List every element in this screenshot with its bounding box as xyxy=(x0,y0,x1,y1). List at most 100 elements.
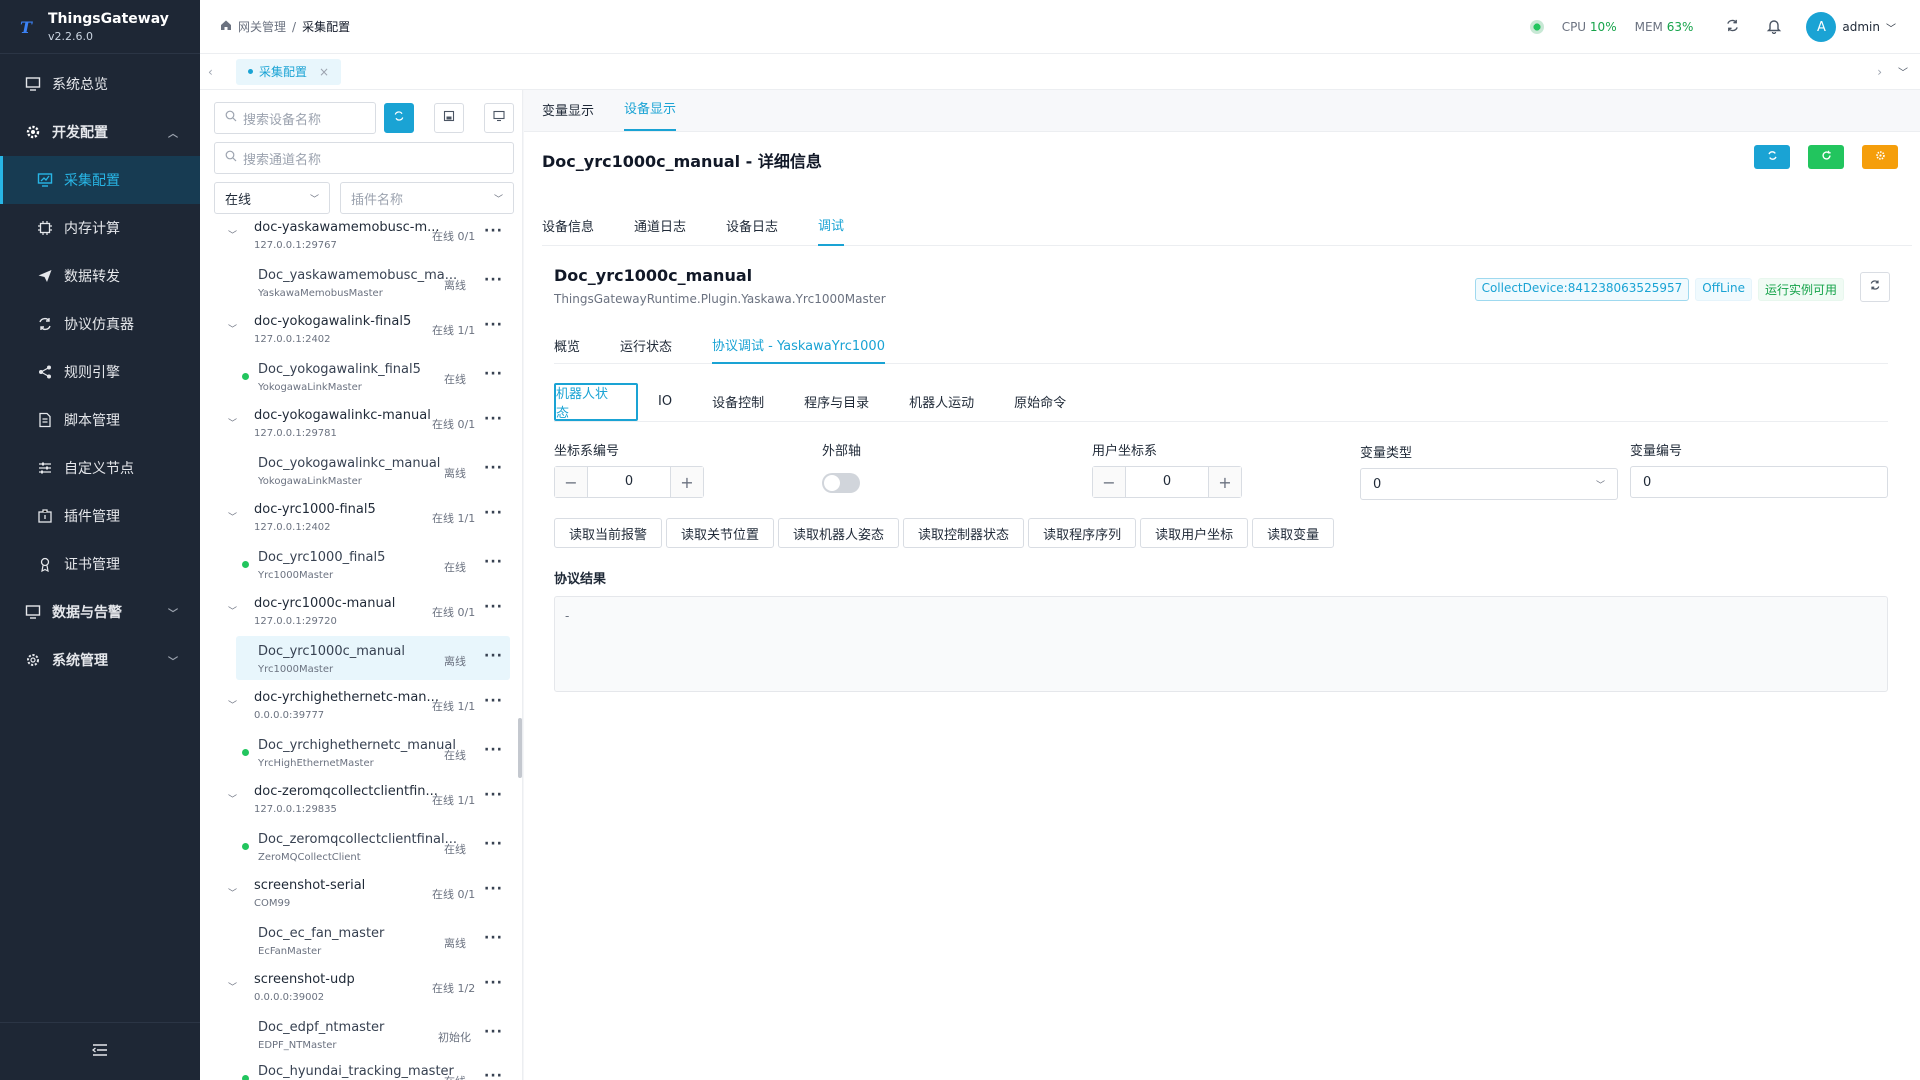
ext-axis-toggle[interactable] xyxy=(822,473,860,493)
nav-script-manage[interactable]: 脚本管理 xyxy=(0,396,200,444)
tab-run-status[interactable]: 运行状态 xyxy=(620,326,672,364)
device-row-selected[interactable]: Doc_yrc1000c_manual Yrc1000Master 离线 ··· xyxy=(236,636,510,680)
channel-row[interactable]: ﹀ screenshot-serial COM99 在线 0/1 ··· xyxy=(200,872,516,918)
plugin-filter-select[interactable]: 插件名称 ﹀ xyxy=(340,182,514,214)
tab-device-display[interactable]: 设备显示 xyxy=(624,98,677,131)
more-icon[interactable]: ··· xyxy=(484,693,503,709)
more-icon[interactable]: ··· xyxy=(484,505,503,521)
device-row[interactable]: Doc_yrc1000_final5 Yrc1000Master 在线 ··· xyxy=(200,542,516,586)
channel-row[interactable]: ﹀ doc-zeromqcollectclientfin... 127.0.0.… xyxy=(200,778,516,824)
minus-icon[interactable]: − xyxy=(555,467,587,497)
tab-raw-command[interactable]: 原始命令 xyxy=(1014,383,1086,421)
nav-system-manage[interactable]: 系统管理 ﹀ xyxy=(0,636,200,684)
more-icon[interactable]: ··· xyxy=(484,223,503,239)
read-program-sequence-button[interactable]: 读取程序序列 xyxy=(1028,518,1137,548)
device-refresh-button[interactable] xyxy=(1860,272,1890,302)
tab-device-info[interactable]: 设备信息 xyxy=(542,206,594,246)
search-device-input[interactable]: 搜索设备名称 xyxy=(214,102,376,134)
nav-memory-compute[interactable]: 内存计算 xyxy=(0,204,200,252)
nav-overview[interactable]: 系统总览 xyxy=(0,60,200,108)
more-icon[interactable]: ··· xyxy=(484,1024,503,1040)
more-icon[interactable]: ··· xyxy=(484,554,503,570)
tab-overview[interactable]: 概览 xyxy=(554,326,580,364)
device-row[interactable]: Doc_yokogawalinkc_manual YokogawaLinkMas… xyxy=(200,448,516,492)
nav-cert-manage[interactable]: 证书管理 xyxy=(0,540,200,588)
nav-data-alarm[interactable]: 数据与告警 ﹀ xyxy=(0,588,200,636)
tab-variable-display[interactable]: 变量显示 xyxy=(542,100,594,131)
tab-collect-config[interactable]: 采集配置 × xyxy=(236,58,342,85)
channel-row[interactable]: ﹀ screenshot-udp 0.0.0.0:39002 在线 1/2 ··… xyxy=(200,966,516,1012)
more-icon[interactable]: ··· xyxy=(484,648,503,664)
more-icon[interactable]: ··· xyxy=(484,317,503,333)
minus-icon[interactable]: − xyxy=(1093,467,1125,497)
refresh-icon[interactable] xyxy=(1725,18,1740,36)
plus-icon[interactable]: + xyxy=(1209,467,1241,497)
more-icon[interactable]: ··· xyxy=(484,599,503,615)
tab-program-directory[interactable]: 程序与目录 xyxy=(804,383,889,421)
more-icon[interactable]: ··· xyxy=(484,460,503,476)
breadcrumb-item[interactable]: 网关管理 xyxy=(238,18,286,35)
channel-row[interactable]: ﹀ doc-yaskawamemobusc-m... 127.0.0.1:297… xyxy=(200,220,516,260)
refresh-list-button[interactable] xyxy=(384,103,414,133)
tab-debug[interactable]: 调试 xyxy=(818,206,845,246)
more-icon[interactable]: ··· xyxy=(484,272,503,288)
device-row[interactable]: Doc_yokogawalink_final5 YokogawaLinkMast… xyxy=(200,354,516,398)
read-robot-pose-button[interactable]: 读取机器人姿态 xyxy=(778,518,900,548)
nav-rule-engine[interactable]: 规则引擎 xyxy=(0,348,200,396)
nav-plugin-manage[interactable]: 插件管理 xyxy=(0,492,200,540)
user-menu[interactable]: A admin ﹀ xyxy=(1806,12,1896,42)
tab-device-control[interactable]: 设备控制 xyxy=(712,383,784,421)
read-controller-status-button[interactable]: 读取控制器状态 xyxy=(903,518,1025,548)
user-coord-value[interactable]: 0 xyxy=(1125,467,1209,497)
list-scrollbar[interactable] xyxy=(518,718,522,778)
var-no-input[interactable]: 0 xyxy=(1630,466,1888,498)
read-joint-position-button[interactable]: 读取关节位置 xyxy=(666,518,775,548)
more-icon[interactable]: ··· xyxy=(484,742,503,758)
channel-row[interactable]: ﹀ doc-yrc1000-final5 127.0.0.1:2402 在线 1… xyxy=(200,496,516,542)
settings-button[interactable] xyxy=(1862,145,1898,169)
nav-collect-config[interactable]: 采集配置 xyxy=(0,156,200,204)
tab-io[interactable]: IO xyxy=(658,383,692,421)
more-icon[interactable]: ··· xyxy=(484,930,503,946)
channel-row[interactable]: ﹀ doc-yokogawalinkc-manual 127.0.0.1:297… xyxy=(200,402,516,448)
tabs-scroll-left-icon[interactable]: ‹ xyxy=(208,65,213,79)
device-row[interactable]: Doc_ec_fan_master EcFanMaster 离线 ··· xyxy=(200,918,516,962)
device-row[interactable]: Doc_yrchighethernetc_manual YrcHighEther… xyxy=(200,730,516,774)
var-type-select[interactable]: 0 ﹀ xyxy=(1360,468,1618,500)
tabs-menu-chevron-icon[interactable]: ﹀ xyxy=(1898,64,1908,79)
tab-device-log[interactable]: 设备日志 xyxy=(726,206,778,246)
monitor-view-button[interactable] xyxy=(484,103,514,133)
more-icon[interactable]: ··· xyxy=(484,975,503,991)
more-icon[interactable]: ··· xyxy=(484,1068,503,1080)
plus-icon[interactable]: + xyxy=(671,467,703,497)
channel-row[interactable]: ﹀ doc-yrchighethernetc-man... 0.0.0.0:39… xyxy=(200,684,516,730)
tabs-scroll-right-icon[interactable]: › xyxy=(1877,65,1882,79)
more-icon[interactable]: ··· xyxy=(484,836,503,852)
status-filter-select[interactable]: 在线 ﹀ xyxy=(214,182,330,214)
channel-row[interactable]: ﹀ doc-yrc1000c-manual 127.0.0.1:29720 在线… xyxy=(200,590,516,636)
refresh-button[interactable] xyxy=(1754,145,1790,169)
tab-protocol-debug[interactable]: 协议调试 - YaskawaYrc1000 xyxy=(712,326,885,364)
more-icon[interactable]: ··· xyxy=(484,366,503,382)
more-icon[interactable]: ··· xyxy=(484,411,503,427)
bell-icon[interactable] xyxy=(1766,18,1782,37)
coord-value[interactable]: 0 xyxy=(587,467,671,497)
collapse-sidebar-button[interactable] xyxy=(0,1022,200,1080)
nav-dev-config[interactable]: 开发配置 ︿ xyxy=(0,108,200,156)
device-row[interactable]: Doc_edpf_ntmaster EDPF_NTMaster 初始化 ··· xyxy=(200,1012,516,1056)
read-user-coord-button[interactable]: 读取用户坐标 xyxy=(1140,518,1249,548)
save-list-button[interactable] xyxy=(434,103,464,133)
tab-channel-log[interactable]: 通道日志 xyxy=(634,206,686,246)
nav-data-forward[interactable]: 数据转发 xyxy=(0,252,200,300)
coord-stepper[interactable]: − 0 + xyxy=(554,466,704,498)
search-channel-input[interactable]: 搜索通道名称 xyxy=(214,142,514,174)
nav-custom-node[interactable]: 自定义节点 xyxy=(0,444,200,492)
tab-robot-motion[interactable]: 机器人运动 xyxy=(909,383,994,421)
tab-robot-status[interactable]: 机器人状态 xyxy=(554,382,638,421)
read-alarm-button[interactable]: 读取当前报警 xyxy=(554,518,663,548)
close-icon[interactable]: × xyxy=(319,65,329,79)
more-icon[interactable]: ··· xyxy=(484,787,503,803)
user-coord-stepper[interactable]: − 0 + xyxy=(1092,466,1242,498)
device-row[interactable]: Doc_yaskawamemobusc_ma... YaskawaMemobus… xyxy=(200,260,516,304)
channel-row[interactable]: ﹀ doc-yokogawalink-final5 127.0.0.1:2402… xyxy=(200,308,516,354)
